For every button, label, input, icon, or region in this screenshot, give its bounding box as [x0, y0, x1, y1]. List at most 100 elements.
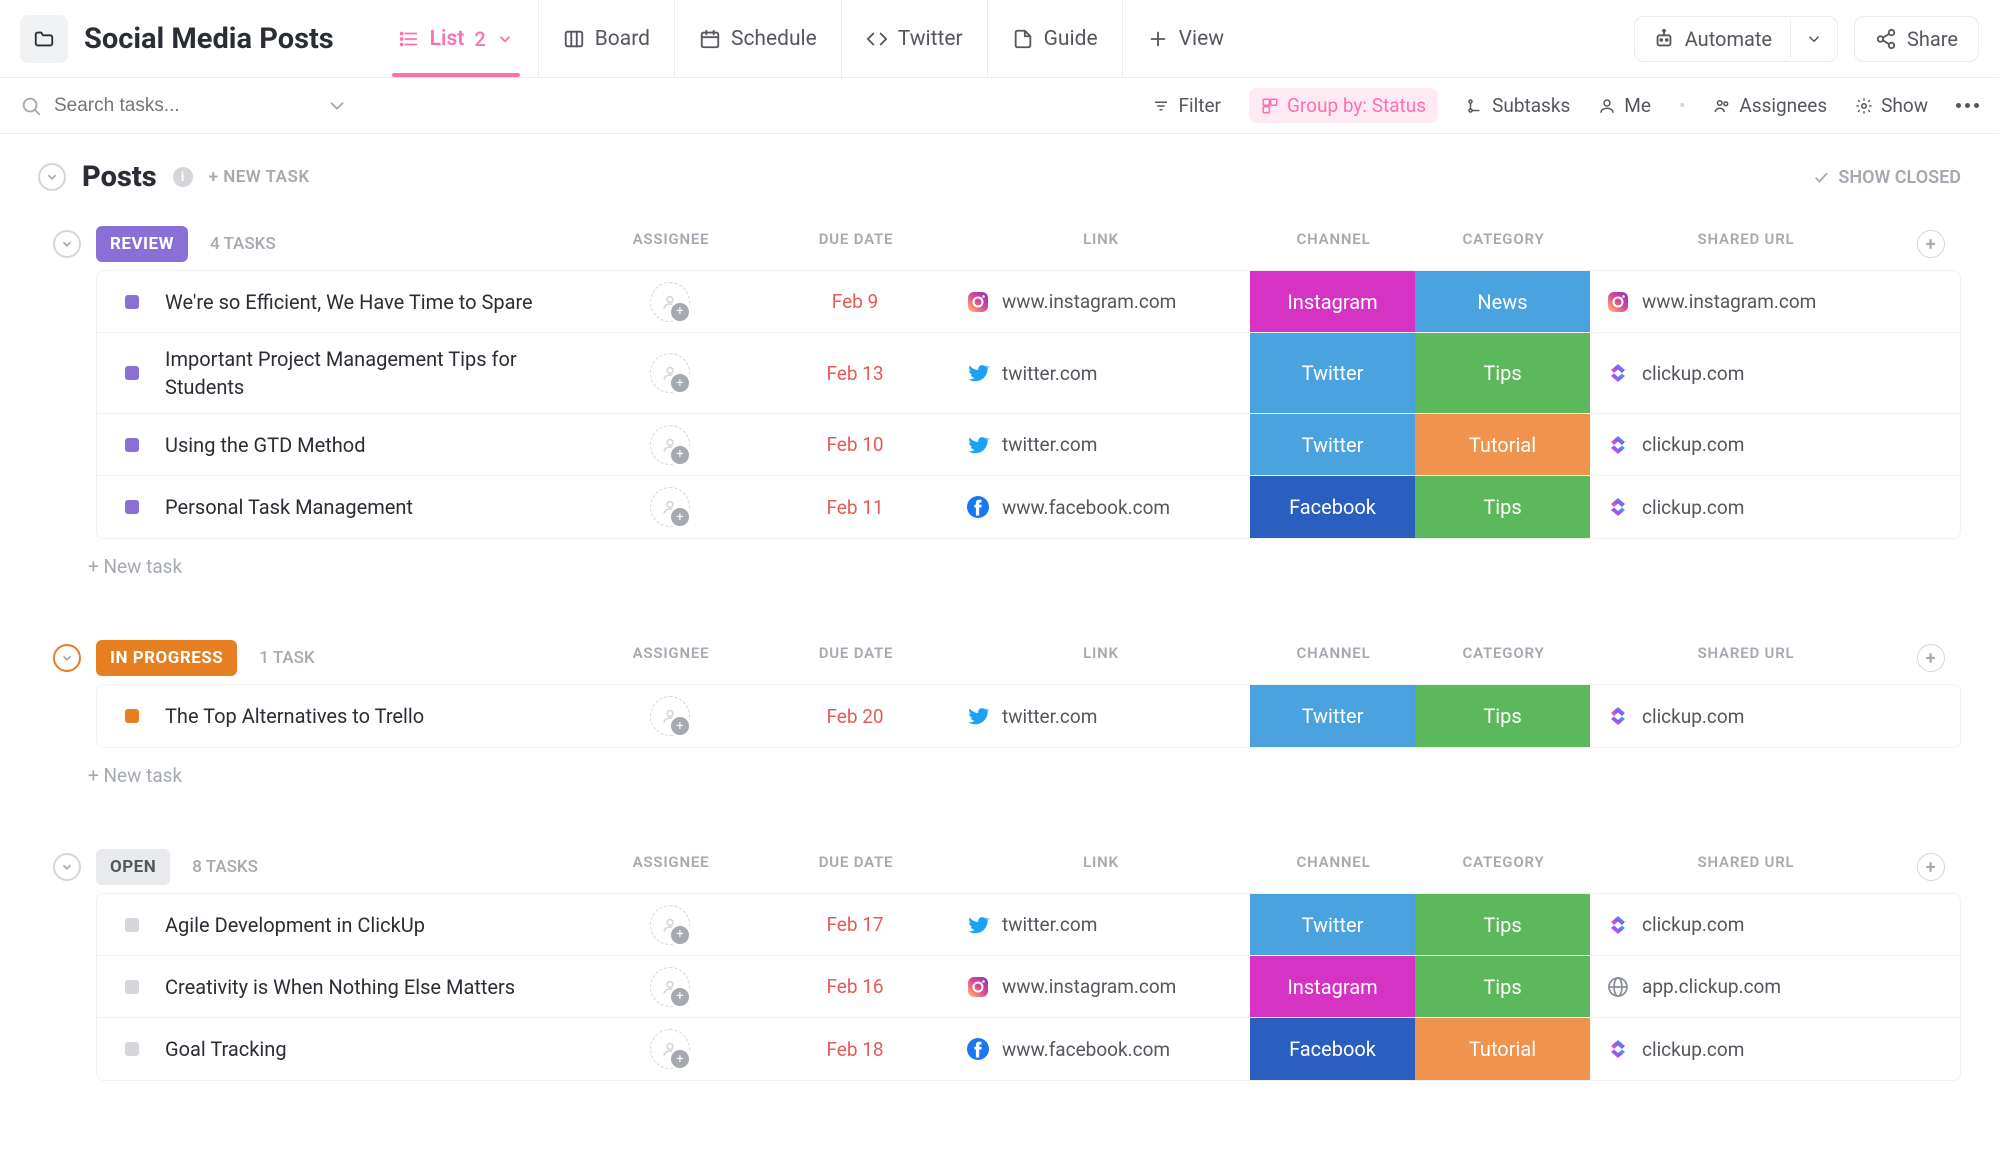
link-cell[interactable]: twitter.com	[950, 414, 1250, 475]
assignee-cell[interactable]	[580, 1018, 760, 1080]
due-date-cell[interactable]: Feb 10	[760, 414, 950, 475]
task-title[interactable]: Creativity is When Nothing Else Matters	[165, 961, 580, 1013]
task-title[interactable]: Agile Development in ClickUp	[165, 899, 580, 951]
task-row[interactable]: Agile Development in ClickUp Feb 17 twit…	[97, 894, 1960, 956]
task-row[interactable]: The Top Alternatives to Trello Feb 20 tw…	[97, 685, 1960, 747]
col-header-assignee[interactable]: ASSIGNEE	[581, 644, 761, 672]
channel-cell[interactable]: Twitter	[1250, 333, 1415, 413]
link-cell[interactable]: twitter.com	[950, 894, 1250, 955]
tab-board[interactable]: Board	[538, 0, 674, 77]
assignee-placeholder[interactable]	[650, 487, 690, 527]
col-header-category[interactable]: CATEGORY	[1416, 853, 1591, 881]
automate-dropdown[interactable]	[1790, 20, 1837, 58]
task-row[interactable]: Goal Tracking Feb 18 www.facebook.com Fa…	[97, 1018, 1960, 1080]
task-title[interactable]: The Top Alternatives to Trello	[165, 690, 580, 742]
col-header-assignee[interactable]: ASSIGNEE	[581, 853, 761, 881]
new-task-button[interactable]: + New task	[56, 748, 1961, 787]
due-date-cell[interactable]: Feb 9	[760, 271, 950, 332]
assignee-placeholder[interactable]	[650, 905, 690, 945]
col-header-category[interactable]: CATEGORY	[1416, 644, 1591, 672]
more-button[interactable]	[1956, 103, 1979, 108]
task-title[interactable]: Using the GTD Method	[165, 419, 580, 471]
link-cell[interactable]: www.facebook.com	[950, 476, 1250, 538]
task-row[interactable]: Using the GTD Method Feb 10 twitter.com …	[97, 414, 1960, 476]
assignee-cell[interactable]	[580, 414, 760, 475]
add-column-button[interactable]: +	[1901, 644, 1961, 672]
channel-cell[interactable]: Instagram	[1250, 271, 1415, 332]
assignees-button[interactable]: Assignees	[1713, 94, 1827, 117]
assignee-cell[interactable]	[580, 685, 760, 747]
status-square[interactable]	[125, 295, 139, 309]
search-input[interactable]	[54, 95, 314, 117]
task-row[interactable]: Important Project Management Tips for St…	[97, 333, 1960, 414]
chevron-down-icon[interactable]	[326, 95, 348, 117]
assignee-placeholder[interactable]	[650, 967, 690, 1007]
category-cell[interactable]: Tips	[1415, 476, 1590, 538]
new-task-button[interactable]: + New task	[56, 539, 1961, 578]
col-header-due-date[interactable]: DUE DATE	[761, 853, 951, 881]
shared-url-cell[interactable]: clickup.com	[1590, 685, 1900, 747]
shared-url-cell[interactable]: www.instagram.com	[1590, 271, 1900, 332]
due-date-cell[interactable]: Feb 17	[760, 894, 950, 955]
info-button[interactable]: i	[173, 167, 193, 187]
col-header-channel[interactable]: CHANNEL	[1251, 230, 1416, 258]
link-cell[interactable]: twitter.com	[950, 333, 1250, 413]
tab-twitter[interactable]: Twitter	[841, 0, 987, 77]
task-row[interactable]: Creativity is When Nothing Else Matters …	[97, 956, 1960, 1018]
tab-list[interactable]: List 2	[374, 0, 538, 77]
me-button[interactable]: Me	[1598, 94, 1651, 117]
due-date-cell[interactable]: Feb 16	[760, 956, 950, 1017]
col-header-link[interactable]: LINK	[951, 230, 1251, 258]
group-by-button[interactable]: Group by: Status	[1249, 88, 1438, 123]
automate-button[interactable]: Automate	[1634, 16, 1838, 62]
category-cell[interactable]: Tutorial	[1415, 414, 1590, 475]
add-column-button[interactable]: +	[1901, 853, 1961, 881]
status-square[interactable]	[125, 500, 139, 514]
task-row[interactable]: We're so Efficient, We Have Time to Spar…	[97, 271, 1960, 333]
status-square[interactable]	[125, 980, 139, 994]
assignee-cell[interactable]	[580, 476, 760, 538]
shared-url-cell[interactable]: clickup.com	[1590, 1018, 1900, 1080]
share-button[interactable]: Share	[1854, 16, 1979, 62]
shared-url-cell[interactable]: clickup.com	[1590, 333, 1900, 413]
channel-cell[interactable]: Facebook	[1250, 476, 1415, 538]
shared-url-cell[interactable]: clickup.com	[1590, 476, 1900, 538]
assignee-placeholder[interactable]	[650, 696, 690, 736]
col-header-channel[interactable]: CHANNEL	[1251, 853, 1416, 881]
link-cell[interactable]: www.instagram.com	[950, 271, 1250, 332]
assignee-cell[interactable]	[580, 956, 760, 1017]
category-cell[interactable]: Tips	[1415, 956, 1590, 1017]
link-cell[interactable]: www.instagram.com	[950, 956, 1250, 1017]
shared-url-cell[interactable]: clickup.com	[1590, 894, 1900, 955]
assignee-cell[interactable]	[580, 894, 760, 955]
category-cell[interactable]: Tips	[1415, 333, 1590, 413]
show-button[interactable]: Show	[1855, 94, 1928, 117]
status-square[interactable]	[125, 366, 139, 380]
due-date-cell[interactable]: Feb 13	[760, 333, 950, 413]
link-cell[interactable]: www.facebook.com	[950, 1018, 1250, 1080]
assignee-placeholder[interactable]	[650, 1029, 690, 1069]
channel-cell[interactable]: Facebook	[1250, 1018, 1415, 1080]
filter-button[interactable]: Filter	[1152, 94, 1220, 117]
task-title[interactable]: Personal Task Management	[165, 481, 580, 533]
shared-url-cell[interactable]: app.clickup.com	[1590, 956, 1900, 1017]
col-header-shared-url[interactable]: SHARED URL	[1591, 644, 1901, 672]
status-chip[interactable]: IN PROGRESS	[96, 640, 237, 676]
task-title[interactable]: Goal Tracking	[165, 1023, 580, 1075]
assignee-cell[interactable]	[580, 271, 760, 332]
due-date-cell[interactable]: Feb 20	[760, 685, 950, 747]
col-header-assignee[interactable]: ASSIGNEE	[581, 230, 761, 258]
assignee-cell[interactable]	[580, 333, 760, 413]
category-cell[interactable]: Tips	[1415, 685, 1590, 747]
new-task-header-button[interactable]: + NEW TASK	[209, 167, 310, 187]
group-collapse-toggle[interactable]	[53, 230, 81, 258]
tab-add-view[interactable]: View	[1122, 0, 1248, 77]
add-column-button[interactable]: +	[1901, 230, 1961, 258]
assignee-placeholder[interactable]	[650, 353, 690, 393]
assignee-placeholder[interactable]	[650, 282, 690, 322]
category-cell[interactable]: Tips	[1415, 894, 1590, 955]
shared-url-cell[interactable]: clickup.com	[1590, 414, 1900, 475]
status-square[interactable]	[125, 709, 139, 723]
status-square[interactable]	[125, 438, 139, 452]
status-chip[interactable]: REVIEW	[96, 226, 188, 262]
